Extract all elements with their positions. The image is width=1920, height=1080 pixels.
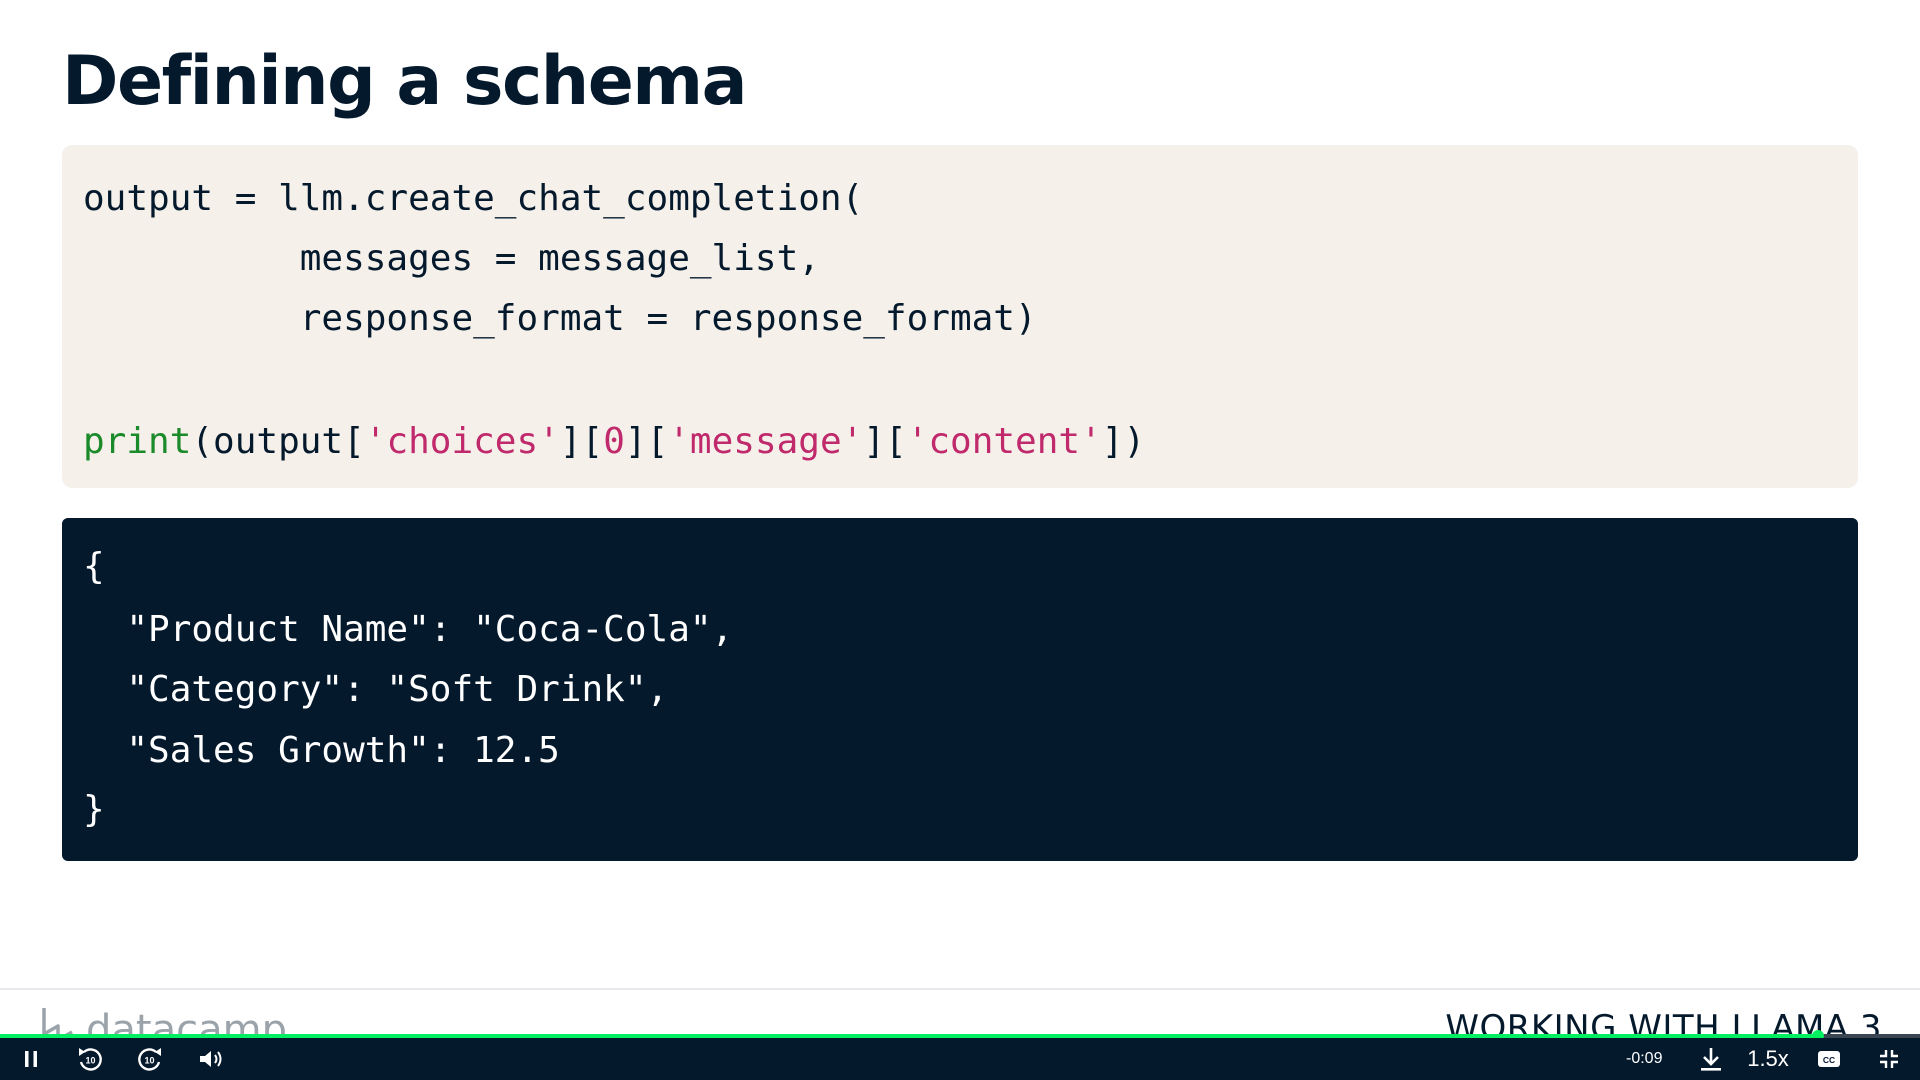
code-token: 'content': [906, 421, 1102, 462]
code-line: response_format = response_format): [83, 297, 1037, 341]
forward-10-button[interactable]: 10: [130, 1038, 170, 1080]
pause-button[interactable]: [14, 1038, 48, 1080]
slide-title: Defining a schema: [62, 42, 748, 121]
output-line: "Category": "Soft Drink",: [83, 669, 669, 710]
pause-icon: [25, 1051, 37, 1067]
code-line: print(output['choices'][0]['message']['c…: [83, 420, 1145, 464]
exit-fullscreen-icon: [1880, 1050, 1898, 1068]
video-control-bar: 10 10 -0:09 1.5x CC: [0, 1038, 1920, 1080]
code-token: messages = message_list,: [83, 238, 820, 279]
exit-fullscreen-button[interactable]: [1872, 1038, 1906, 1080]
code-token: 0: [603, 421, 625, 462]
output-line: "Sales Growth": 12.5: [83, 730, 560, 771]
slide: Defining a schema output = llm.create_ch…: [0, 0, 1920, 1080]
code-token: 'message': [668, 421, 864, 462]
volume-icon: [200, 1051, 222, 1067]
footer-divider: [0, 988, 1920, 990]
output-block: { "Product Name": "Coca-Cola", "Category…: [62, 518, 1858, 861]
forward-seconds-label: 10: [144, 1056, 154, 1066]
rewind-10-button[interactable]: 10: [70, 1038, 110, 1080]
captions-label: CC: [1823, 1055, 1835, 1065]
time-remaining: -0:09: [1626, 1050, 1663, 1067]
output-line: {: [83, 546, 105, 587]
download-button[interactable]: [1694, 1038, 1728, 1080]
code-token: ][: [559, 421, 604, 462]
rewind-10-icon: 10: [79, 1048, 102, 1071]
code-block: output = llm.create_chat_completion( mes…: [62, 145, 1858, 488]
code-token: 'choices': [364, 421, 560, 462]
code-token: (output[: [191, 421, 365, 462]
code-token: print: [83, 421, 192, 462]
code-line: messages = message_list,: [83, 237, 820, 281]
code-token: output = llm.create_chat_completion(: [83, 178, 864, 219]
output-line: }: [83, 789, 105, 830]
playback-speed-label: 1.5x: [1747, 1046, 1789, 1071]
output-line: "Product Name": "Coca-Cola",: [83, 609, 734, 650]
volume-button[interactable]: [194, 1038, 228, 1080]
code-token: ][: [863, 421, 907, 462]
rewind-seconds-label: 10: [85, 1056, 95, 1066]
captions-icon: CC: [1818, 1051, 1840, 1067]
captions-button[interactable]: CC: [1812, 1038, 1846, 1080]
playback-speed-button[interactable]: 1.5x: [1744, 1038, 1792, 1080]
download-icon: [1701, 1048, 1721, 1071]
code-token: ][: [624, 421, 669, 462]
code-line: output = llm.create_chat_completion(: [83, 177, 863, 221]
forward-10-icon: 10: [138, 1048, 161, 1071]
code-token: ]): [1101, 421, 1146, 462]
code-token: response_format = response_format): [83, 298, 1037, 339]
